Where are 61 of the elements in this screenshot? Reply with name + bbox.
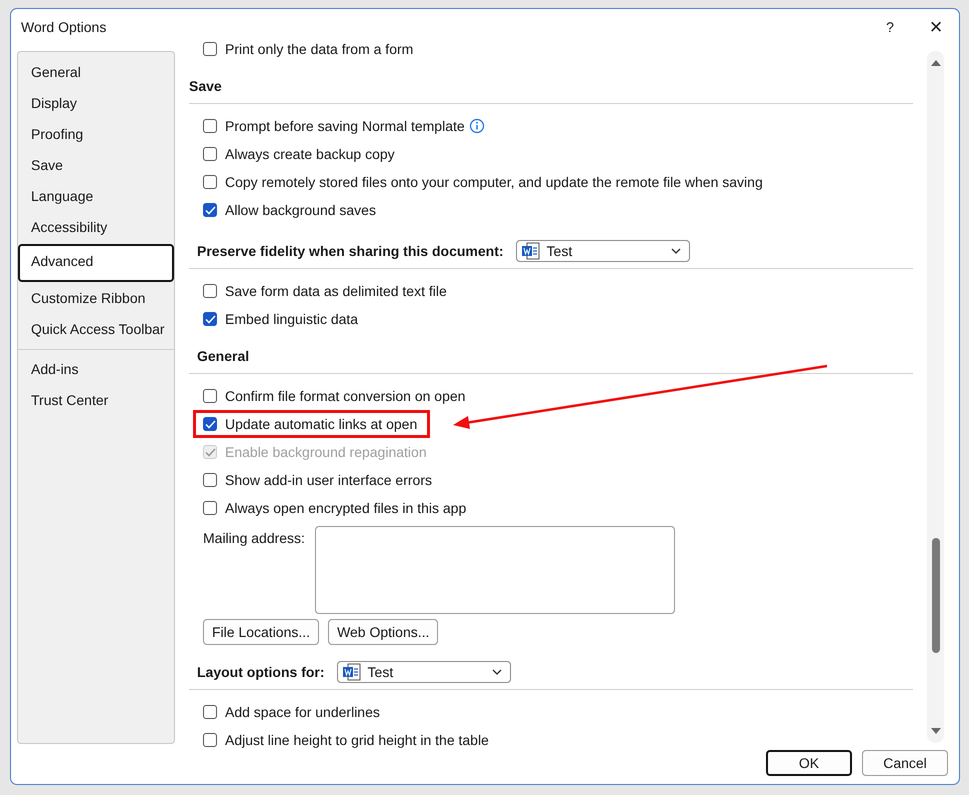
word-document-icon: [520, 242, 541, 260]
info-icon[interactable]: [468, 118, 485, 134]
checkbox[interactable]: [203, 733, 217, 747]
checkbox[interactable]: [203, 284, 217, 298]
sidebar-item[interactable]: Proofing: [18, 119, 174, 150]
document-dropdown[interactable]: Test: [336, 661, 511, 683]
document-dropdown[interactable]: Test: [516, 240, 690, 262]
chevron-down-icon: [670, 248, 681, 254]
checkbox-option[interactable]: Allow background saves: [203, 202, 376, 218]
sidebar-item[interactable]: Display: [18, 88, 174, 119]
options-button[interactable]: File Locations...: [203, 619, 320, 645]
checkbox-option[interactable]: Print only the data from a form: [203, 41, 414, 57]
word-document-icon: [342, 663, 362, 681]
section-heading: General: [197, 348, 250, 364]
ok-button[interactable]: OK: [766, 750, 852, 776]
checkbox[interactable]: [203, 473, 217, 487]
sidebar-item[interactable]: Quick Access Toolbar: [18, 314, 174, 345]
checkbox-option[interactable]: Save form data as delimited text file: [203, 283, 447, 299]
sidebar-item[interactable]: Trust Center: [18, 385, 174, 416]
checkbox-option[interactable]: Always create backup copy: [203, 146, 395, 162]
sidebar-item[interactable]: General: [18, 57, 174, 88]
scroll-up-icon[interactable]: [930, 59, 940, 67]
checkbox-option[interactable]: Adjust line height to grid height in the table: [203, 732, 489, 748]
checkbox[interactable]: [203, 203, 217, 217]
checkbox[interactable]: [203, 389, 217, 403]
sidebar-item[interactable]: Save: [18, 150, 174, 181]
checkbox[interactable]: [203, 501, 217, 515]
sidebar-item[interactable]: Add-ins: [18, 354, 174, 385]
checkbox-option[interactable]: Add space for underlines: [203, 704, 380, 720]
mailing-address-field[interactable]: [314, 526, 675, 614]
scroll-down-icon[interactable]: [930, 727, 940, 735]
vertical-scrollbar[interactable]: [927, 51, 944, 743]
cancel-button[interactable]: Cancel: [862, 750, 948, 776]
section-heading: Preserve fidelity when sharing this document:: [197, 243, 504, 259]
sidebar-item[interactable]: Accessibility: [18, 212, 174, 243]
checkbox-option[interactable]: Embed linguistic data: [203, 311, 358, 327]
section-heading: Layout options for:: [197, 664, 325, 680]
checkbox-option[interactable]: Show add-in user interface errors: [203, 472, 432, 488]
checkbox[interactable]: [203, 417, 217, 431]
checkbox-option[interactable]: Update automatic links at open: [203, 416, 418, 432]
checkbox-option[interactable]: Always open encrypted files in this app: [203, 500, 466, 516]
checkbox-option[interactable]: Prompt before saving Normal template: [203, 118, 465, 134]
help-button[interactable]: ?: [867, 11, 913, 43]
sidebar-item[interactable]: Customize Ribbon: [18, 283, 174, 314]
checkbox[interactable]: [203, 147, 217, 161]
field-label: Mailing address:: [203, 529, 305, 546]
close-button[interactable]: ×: [913, 11, 959, 43]
checkbox[interactable]: [203, 312, 217, 326]
sidebar-item[interactable]: Advanced: [18, 244, 174, 282]
checkbox-option[interactable]: Confirm file format conversion on open: [203, 388, 466, 404]
checkbox-option[interactable]: Copy remotely stored files onto your computer, and update the remote file when saving: [203, 174, 763, 190]
checkbox[interactable]: [203, 119, 217, 133]
checkbox[interactable]: [203, 175, 217, 189]
checkbox[interactable]: [203, 705, 217, 719]
options-button[interactable]: Web Options...: [328, 619, 438, 645]
sidebar-item[interactable]: Language: [18, 181, 174, 212]
checkbox[interactable]: [203, 42, 217, 56]
chevron-down-icon: [492, 669, 502, 675]
window-title: Word Options: [21, 19, 108, 35]
section-heading: Save: [189, 78, 222, 94]
scrollbar-thumb[interactable]: [932, 538, 940, 653]
